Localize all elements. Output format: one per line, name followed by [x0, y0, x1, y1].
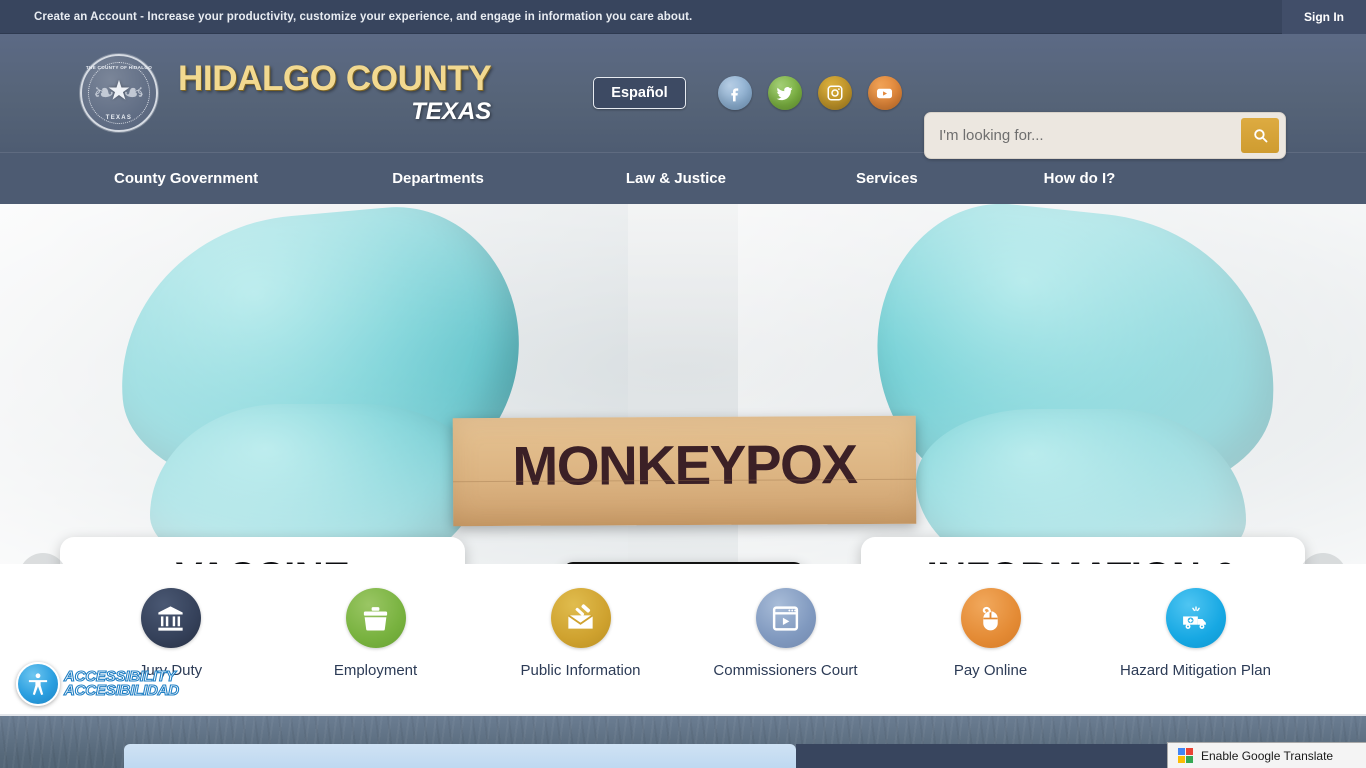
quick-link-label: Commissioners Court: [713, 662, 858, 679]
google-translate-icon: [1178, 748, 1193, 763]
monkeypox-wood-sign: MONKEYPOX: [452, 415, 917, 527]
cta-faqs[interactable]: FAQ'S: [563, 562, 804, 564]
quick-links-row: Jury Duty Employment Public Information …: [0, 564, 1366, 716]
google-translate-label: Enable Google Translate: [1201, 748, 1334, 763]
main-navigation: County Government Departments Law & Just…: [0, 152, 1366, 204]
cta-vaccine-availability[interactable]: VACCINE AVAILABILITY: [60, 537, 465, 564]
sign-in-label: Sign In: [1304, 10, 1344, 24]
sign-in-button[interactable]: Sign In: [1282, 0, 1366, 34]
header-tools: Español: [593, 76, 902, 110]
nav-item-how-do-i[interactable]: How do I?: [1044, 170, 1116, 187]
accessibility-widget[interactable]: ACCESSIBILITY ACCESIBILIDAD: [16, 662, 180, 706]
accessibility-label-es: ACCESIBILIDAD: [63, 682, 179, 699]
espanol-button[interactable]: Español: [593, 77, 686, 109]
search-input[interactable]: [925, 127, 1241, 144]
quick-link-label: Employment: [333, 662, 418, 679]
courthouse-icon: [140, 588, 201, 648]
site-logo[interactable]: THE COUNTY OF HIDALGO ❧ ❧ ★ TEXAS HIDALG…: [80, 54, 492, 132]
quick-link-label: Pay Online: [953, 662, 1028, 679]
brand-title: HIDALGO COUNTY: [178, 58, 492, 98]
cta-information-updates[interactable]: INFORMATION & UPDATES: [861, 537, 1305, 564]
feature-card-image[interactable]: [124, 744, 796, 768]
quick-link-label: Public Information: [520, 662, 641, 679]
seal-bottom-text: TEXAS: [105, 115, 133, 121]
quick-link-commissioners-court[interactable]: Commissioners Court: [683, 588, 888, 680]
search-bar: [924, 112, 1286, 159]
enable-google-translate-button[interactable]: Enable Google Translate: [1167, 742, 1366, 768]
hero-carousel: MONKEYPOX VACCINE AVAILABILITY FAQ'S INF…: [0, 204, 1366, 564]
quick-link-employment[interactable]: Employment: [273, 588, 478, 680]
seal-top-text: THE COUNTY OF HIDALGO: [85, 65, 153, 70]
brand-subtitle: TEXAS: [411, 97, 492, 125]
quick-link-label: Hazard Mitigation Plan: [1120, 662, 1271, 679]
accessibility-labels: ACCESSIBILITY ACCESIBILIDAD: [63, 668, 179, 699]
briefcase-icon: [345, 588, 406, 648]
youtube-icon[interactable]: [867, 76, 902, 110]
gavel-envelope-icon: [550, 588, 611, 648]
computer-mouse-icon: [960, 588, 1021, 648]
monkeypox-title: MONKEYPOX: [512, 432, 857, 497]
nav-item-departments[interactable]: Departments: [392, 170, 484, 187]
twitter-icon[interactable]: [767, 76, 802, 110]
quick-link-pay-online[interactable]: Pay Online: [888, 588, 1093, 680]
seal-star-icon: ★: [106, 75, 132, 106]
video-play-icon: [755, 588, 816, 648]
nav-item-law-justice[interactable]: Law & Justice: [626, 170, 726, 187]
nav-item-county-government[interactable]: County Government: [114, 170, 258, 187]
social-links: [717, 76, 902, 110]
county-seal-icon: THE COUNTY OF HIDALGO ❧ ❧ ★ TEXAS: [80, 54, 158, 132]
accessibility-person-icon: [16, 662, 60, 706]
site-header: THE COUNTY OF HIDALGO ❧ ❧ ★ TEXAS HIDALG…: [0, 34, 1366, 159]
facebook-icon[interactable]: [717, 76, 752, 110]
quick-link-hazard-mitigation-plan[interactable]: Hazard Mitigation Plan: [1093, 588, 1298, 680]
brand-wordmark: HIDALGO COUNTY TEXAS: [178, 58, 492, 126]
instagram-icon[interactable]: [817, 76, 852, 110]
ambulance-icon: [1165, 588, 1226, 648]
search-icon: [1253, 129, 1267, 143]
nav-item-services[interactable]: Services: [856, 170, 918, 187]
lower-content-strip: Welcome: [0, 716, 1366, 768]
search-button[interactable]: [1241, 118, 1279, 153]
create-account-promo[interactable]: Create an Account - Increase your produc…: [34, 11, 692, 23]
quick-link-public-information[interactable]: Public Information: [478, 588, 683, 680]
utility-bar: Create an Account - Increase your produc…: [0, 0, 1366, 34]
